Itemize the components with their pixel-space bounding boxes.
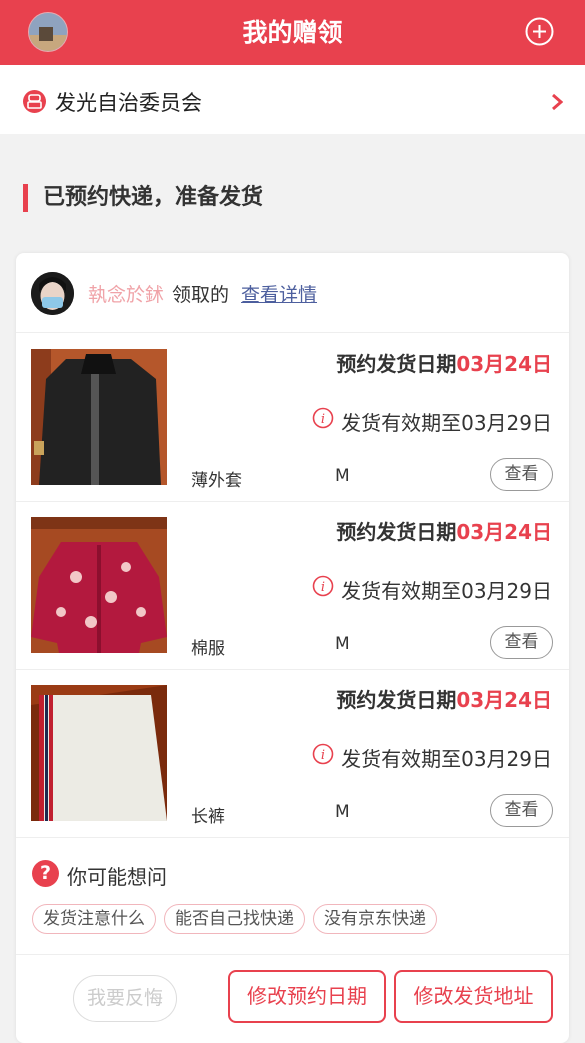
item-photo[interactable] <box>31 517 167 653</box>
svg-text:i: i <box>321 748 325 763</box>
item-size: M <box>335 634 350 654</box>
svg-text:i: i <box>321 412 325 427</box>
scheduled-date: 预约发货日期03月24日 <box>336 684 552 713</box>
scheduled-date: 预约发货日期03月24日 <box>336 516 552 545</box>
scheduled-date-label: 预约发货日期 <box>336 520 457 544</box>
item-size: M <box>335 802 350 822</box>
item-photo[interactable] <box>31 685 167 821</box>
item-name: 薄外套 <box>191 471 242 491</box>
view-button[interactable]: 查看 <box>490 794 553 827</box>
view-button[interactable]: 查看 <box>490 458 553 491</box>
ship-valid-until: 发货有效期至03月29日 <box>341 747 552 771</box>
faq-section: ? 你可能想问 发货注意什么 能否自己找快递 没有京东快递 <box>16 838 569 955</box>
scheduled-date-label: 预约发货日期 <box>336 688 457 712</box>
view-details-link[interactable]: 查看详情 <box>241 280 317 307</box>
view-button[interactable]: 查看 <box>490 626 553 659</box>
item-name: 长裤 <box>191 807 225 827</box>
page-title: 我的赠领 <box>242 18 343 47</box>
list-item: 预约发货日期03月24日 i 发货有效期至03月29日 棉服 M 查看 <box>16 502 569 670</box>
section-title: 已预约快递，准备发货 <box>43 185 264 210</box>
claimer-name[interactable]: 執念於鉥 <box>88 280 164 307</box>
organization-name: 发光自治委员会 <box>55 91 202 115</box>
user-avatar <box>31 272 74 315</box>
item-photo[interactable] <box>31 349 167 485</box>
ship-valid-until: 发货有效期至03月29日 <box>341 411 552 435</box>
ship-valid-until: 发货有效期至03月29日 <box>341 579 552 603</box>
regret-button[interactable]: 我要反悔 <box>73 975 177 1022</box>
section-accent-bar <box>23 184 28 212</box>
scheduled-date-value: 03月24日 <box>456 352 552 376</box>
claim-action-text: 领取的 <box>172 284 230 306</box>
item-name: 棉服 <box>191 639 225 659</box>
faq-chip[interactable]: 能否自己找快递 <box>164 904 305 934</box>
item-size: M <box>335 466 350 486</box>
faq-chips: 发货注意什么 能否自己找快递 没有京东快递 <box>32 904 437 934</box>
plus-circle-icon[interactable] <box>525 17 554 46</box>
faq-chip[interactable]: 没有京东快递 <box>313 904 437 934</box>
info-icon: i <box>312 407 334 429</box>
question-icon: ? <box>32 860 59 887</box>
action-bar: 我要反悔 修改预约日期 修改发货地址 <box>16 955 569 1043</box>
scheduled-date: 预约发货日期03月24日 <box>336 348 552 377</box>
info-icon: i <box>312 743 334 765</box>
chevron-right-icon <box>552 93 563 111</box>
list-item: 预约发货日期03月24日 i 发货有效期至03月29日 薄外套 M 查看 <box>16 334 569 502</box>
info-icon: i <box>312 575 334 597</box>
change-date-button[interactable]: 修改预约日期 <box>228 970 386 1023</box>
claim-card: 執念於鉥 领取的 查看详情 预约发货日期03月24日 i 发货有效期至03月29… <box>16 253 569 1043</box>
scheduled-date-value: 03月24日 <box>456 688 552 712</box>
organization-icon <box>23 90 46 113</box>
list-item: 预约发货日期03月24日 i 发货有效期至03月29日 长裤 M 查看 <box>16 670 569 838</box>
claim-user-row: 執念於鉥 领取的 查看详情 <box>16 253 569 333</box>
organization-row[interactable]: 发光自治委员会 <box>0 65 585 134</box>
svg-text:i: i <box>321 580 325 595</box>
scheduled-date-label: 预约发货日期 <box>336 352 457 376</box>
app-header: 我的赠领 <box>0 0 585 65</box>
change-address-button[interactable]: 修改发货地址 <box>394 970 553 1023</box>
scheduled-date-value: 03月24日 <box>456 520 552 544</box>
faq-title: 你可能想问 <box>67 865 167 889</box>
faq-chip[interactable]: 发货注意什么 <box>32 904 156 934</box>
